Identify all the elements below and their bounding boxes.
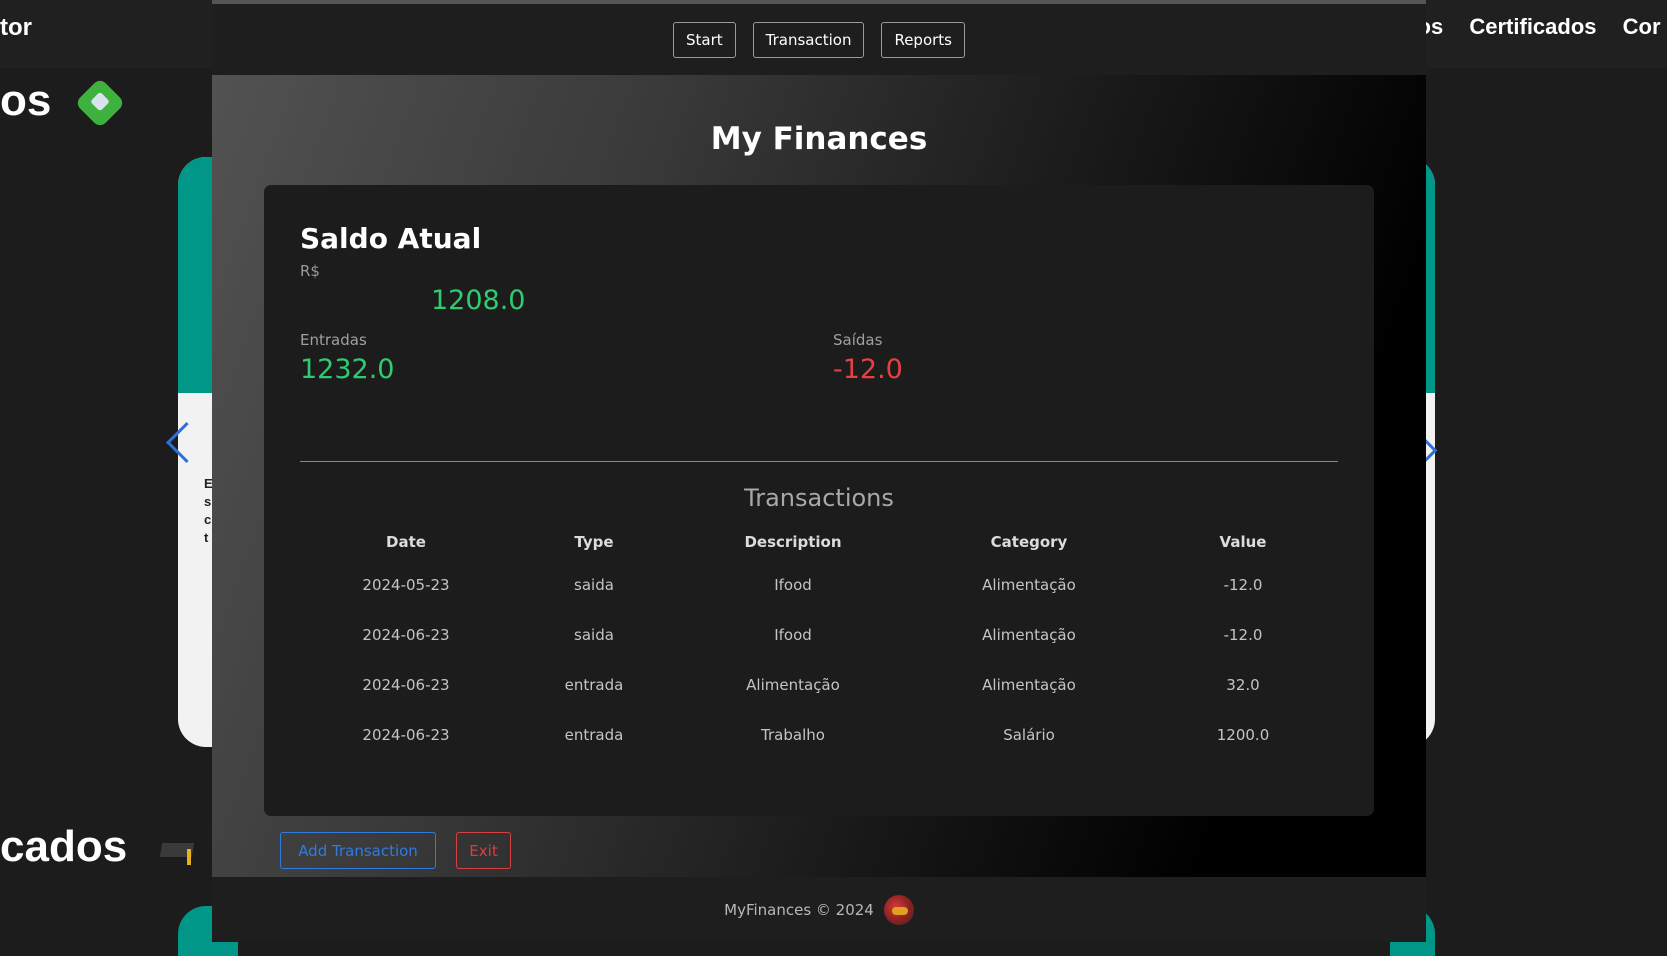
column-header-description: Description [744,533,842,551]
table-header-row: Date Type Description Category Value [300,524,1338,560]
background-certificates-heading: cados [0,822,197,872]
table-row: 2024-06-23 entrada Alimentação Alimentaç… [300,660,1338,710]
app-main-area: My Finances Saldo Atual R$ 1208.0 Entrad… [212,75,1426,877]
nav-start-button[interactable]: Start [672,21,736,58]
cell-category: Alimentação [982,676,1076,694]
transactions-table: Date Type Description Category Value 202… [300,524,1338,760]
exit-button[interactable]: Exit [456,832,511,869]
projects-heading-text: os [0,76,52,125]
income-label: Entradas [300,331,367,349]
cell-value: -12.0 [1223,576,1263,594]
cell-description: Ifood [774,626,812,644]
cell-date: 2024-06-23 [362,626,450,644]
column-header-type: Type [574,533,614,551]
current-balance-value: 1208.0 [431,285,526,316]
column-header-value: Value [1219,533,1267,551]
background-nav-links: etos Certificados Cor [1398,14,1667,40]
nav-reports-button[interactable]: Reports [881,21,965,58]
certificates-heading-text: cados [0,822,128,871]
section-divider [300,461,1338,462]
myfinances-logo-icon [883,894,914,925]
cell-type: entrada [564,676,624,694]
cell-category: Alimentação [982,626,1076,644]
table-row: 2024-06-23 entrada Trabalho Salário 1200… [300,710,1338,760]
expense-label: Saídas [833,331,883,349]
column-header-category: Category [990,533,1068,551]
expense-value: -12.0 [833,354,903,385]
cell-value: 32.0 [1226,676,1260,694]
nav-transaction-button[interactable]: Transaction [752,21,865,58]
currency-label: R$ [300,262,320,280]
table-row: 2024-06-23 saida Ifood Alimentação -12.0 [300,610,1338,660]
cell-description: Alimentação [746,676,840,694]
app-footer: MyFinances © 2024 [212,877,1426,942]
finance-app-window: Start Transaction Reports My Finances Sa… [212,0,1426,942]
background-nav-certificates[interactable]: Certificados [1469,14,1596,39]
cell-description: Trabalho [761,726,825,744]
income-value: 1232.0 [300,354,395,385]
background-logo-text[interactable]: tor [0,14,32,42]
cell-category: Alimentação [982,576,1076,594]
app-navbar: Start Transaction Reports [212,4,1426,75]
cell-date: 2024-05-23 [362,576,450,594]
cell-date: 2024-06-23 [362,676,450,694]
cell-value: 1200.0 [1216,726,1270,744]
cell-category: Salário [1003,726,1055,744]
cell-value: -12.0 [1223,626,1263,644]
page-title: My Finances [710,121,928,157]
table-row: 2024-05-23 saida Ifood Alimentação -12.0 [300,560,1338,610]
background-nav-contact[interactable]: Cor [1623,14,1661,39]
cell-type: saida [574,576,614,594]
graduation-cap-icon [157,835,197,866]
cell-description: Ifood [774,576,812,594]
puzzle-icon [74,77,126,129]
finance-summary-panel: Saldo Atual R$ 1208.0 Entradas 1232.0 Sa… [264,185,1374,816]
cell-type: saida [574,626,614,644]
add-transaction-button[interactable]: Add Transaction [280,832,436,869]
column-header-date: Date [386,533,426,551]
footer-copyright: MyFinances © 2024 [724,900,874,919]
cell-date: 2024-06-23 [362,726,450,744]
transactions-title: Transactions [744,484,894,512]
background-projects-heading: os [0,76,126,129]
cell-type: entrada [564,726,624,744]
balance-title: Saldo Atual [300,222,482,255]
